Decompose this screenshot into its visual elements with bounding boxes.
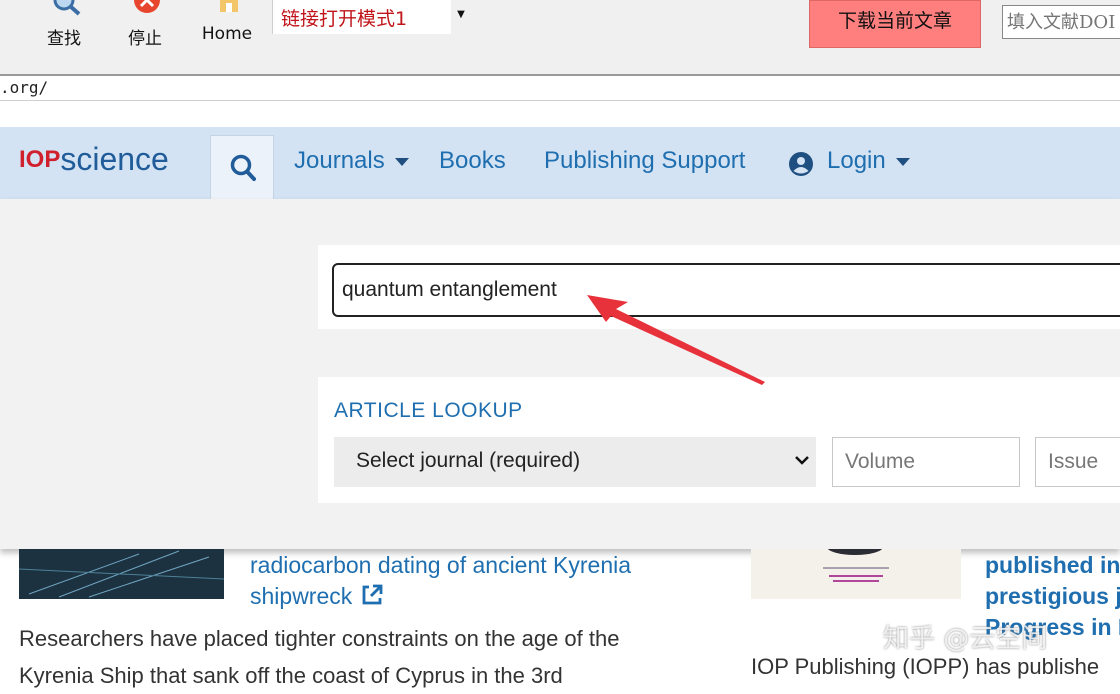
caret-down-icon bbox=[394, 157, 409, 166]
find-label: 查找 bbox=[47, 29, 81, 49]
caret-down-icon bbox=[895, 157, 910, 166]
article-title-kyrenia[interactable]: radiocarbon dating of ancient Kyrenia sh… bbox=[250, 550, 700, 612]
search-panel: ARTICLE LOOKUP Select journal (required) bbox=[0, 199, 1120, 549]
iopscience-logo[interactable]: IOPscience bbox=[19, 141, 169, 181]
article-title-line: shipwreck bbox=[250, 583, 353, 609]
article-title-line: published in bbox=[985, 552, 1120, 578]
article-lookup-heading: ARTICLE LOOKUP bbox=[334, 399, 523, 422]
nav-books[interactable]: Books bbox=[439, 147, 506, 175]
journal-select[interactable]: Select journal (required) bbox=[334, 437, 816, 487]
nav-publishing-support[interactable]: Publishing Support bbox=[544, 147, 745, 175]
journal-cover-image bbox=[751, 549, 961, 599]
find-button[interactable]: 查找 bbox=[34, 0, 94, 60]
volume-input[interactable] bbox=[832, 437, 1020, 487]
stop-icon bbox=[134, 0, 160, 13]
article-thumbnail[interactable] bbox=[19, 549, 224, 599]
article-snippet: Researchers have placed tighter constrai… bbox=[19, 620, 709, 694]
home-label: Home bbox=[201, 24, 253, 44]
shipwreck-image bbox=[19, 549, 224, 599]
search-input[interactable] bbox=[332, 263, 1120, 317]
magnifier-icon bbox=[53, 0, 81, 16]
external-link-icon bbox=[362, 584, 383, 605]
search-tab[interactable] bbox=[210, 135, 274, 199]
nav-login[interactable]: Login bbox=[827, 147, 910, 175]
nav-login-label: Login bbox=[827, 147, 886, 174]
dropdown-arrow-icon[interactable]: ▼ bbox=[451, 0, 471, 34]
doi-input[interactable] bbox=[1002, 5, 1120, 39]
snippet-line: Kyrenia Ship that sank off the coast of … bbox=[19, 663, 563, 688]
search-icon bbox=[230, 154, 256, 181]
stop-button[interactable]: 停止 bbox=[115, 0, 175, 60]
address-url: .org/ bbox=[0, 78, 49, 97]
download-article-button[interactable]: 下载当前文章 bbox=[809, 0, 981, 48]
snippet-line: Researchers have placed tighter constrai… bbox=[19, 626, 620, 651]
open-mode-value: 链接打开模式1 bbox=[281, 8, 408, 30]
article-lookup-panel: ARTICLE LOOKUP Select journal (required) bbox=[318, 377, 1120, 503]
home-button[interactable]: Home bbox=[197, 0, 257, 60]
user-icon bbox=[789, 152, 813, 176]
address-bar[interactable]: .org/ bbox=[0, 76, 1120, 101]
logo-iop: IOP bbox=[19, 146, 61, 173]
open-mode-select[interactable]: 链接打开模式1 ▼ bbox=[272, 0, 471, 34]
home-icon bbox=[220, 0, 238, 12]
journal-cover-thumbnail[interactable] bbox=[751, 549, 961, 599]
journal-select-value: Select journal (required) bbox=[356, 449, 581, 472]
nav-journals[interactable]: Journals bbox=[294, 147, 409, 175]
chevron-down-icon bbox=[795, 456, 809, 465]
article-title-line: prestigious j bbox=[985, 583, 1120, 609]
nav-journals-label: Journals bbox=[294, 147, 385, 174]
watermark: 知乎 @云空间 bbox=[883, 624, 1048, 654]
app-toolbar: 查找 停止 Home 链接打开模式1 ▼ 下载当前文章 bbox=[0, 0, 1120, 74]
issue-input[interactable] bbox=[1035, 437, 1120, 487]
search-box-container bbox=[318, 245, 1120, 329]
site-nav: IOPscience Journals Books Publishing Sup… bbox=[0, 127, 1120, 199]
logo-science: science bbox=[60, 141, 169, 177]
article-title-line: radiocarbon dating of ancient Kyrenia bbox=[250, 552, 632, 578]
stop-label: 停止 bbox=[128, 29, 162, 49]
